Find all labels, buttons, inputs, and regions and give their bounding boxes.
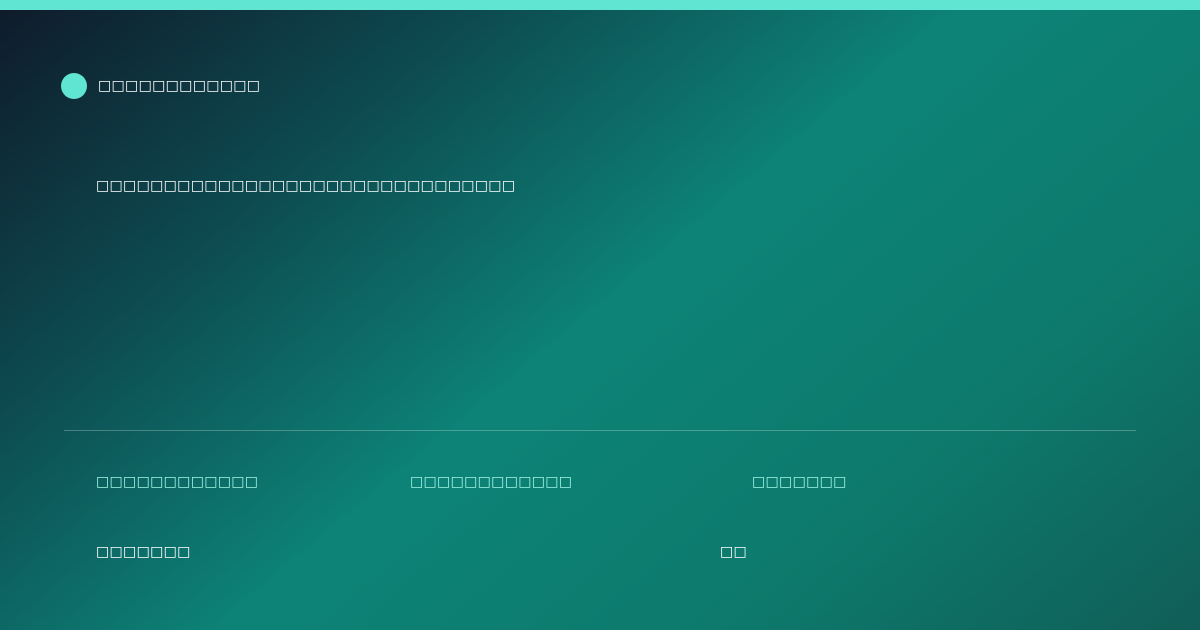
meta-value-1: □□□□□□□: [96, 544, 191, 560]
top-accent-bar: [0, 0, 1200, 10]
headline-text: □□□□□□□□□□□□□□□□□□□□□□□□□□□□□□□: [96, 178, 516, 194]
meta-label-2: □□□□□□□□□□□□: [410, 474, 573, 490]
meta-label-3: □□□□□□□: [752, 474, 847, 490]
brand-name: □□□□□□□□□□□□: [98, 78, 261, 94]
meta-value-2: □□: [720, 544, 748, 560]
brand: □□□□□□□□□□□□: [61, 73, 260, 99]
divider: [64, 430, 1136, 431]
meta-label-1: □□□□□□□□□□□□: [96, 474, 259, 490]
circle-dot-icon: [61, 73, 87, 99]
